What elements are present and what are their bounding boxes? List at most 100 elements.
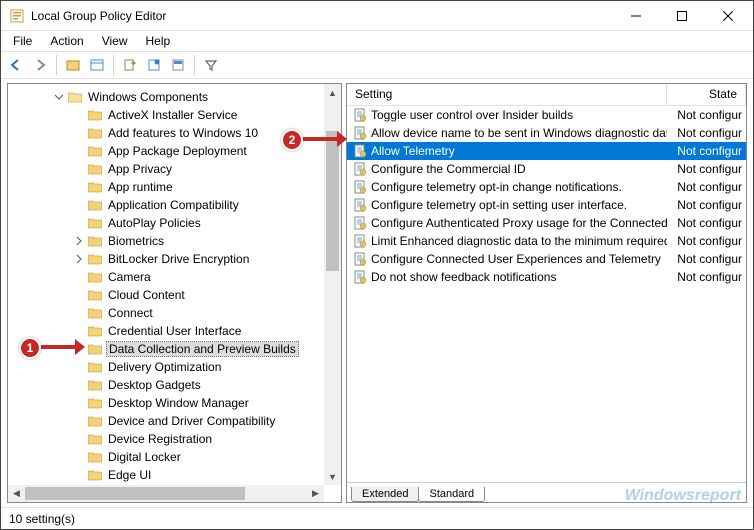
minimize-button[interactable] — [613, 1, 659, 31]
show-hide-tree-button[interactable] — [62, 54, 84, 76]
status-text: 10 setting(s) — [9, 512, 75, 526]
chevron-right-icon — [72, 360, 86, 374]
forward-button[interactable] — [29, 54, 51, 76]
tree-item[interactable]: Device Registration — [8, 430, 324, 448]
column-state[interactable]: State — [667, 84, 746, 105]
refresh-button[interactable] — [143, 54, 165, 76]
policy-state: Not configur — [667, 144, 746, 158]
tree-item-label: Data Collection and Preview Builds — [106, 341, 299, 357]
help-button[interactable] — [167, 54, 189, 76]
policy-row[interactable]: Toggle user control over Insider buildsN… — [347, 106, 746, 124]
tree-item-label: AutoPlay Policies — [106, 216, 203, 230]
tree-item-label: Delivery Optimization — [106, 360, 223, 374]
tree-item[interactable]: Cloud Content — [8, 286, 324, 304]
menu-view[interactable]: View — [94, 31, 136, 51]
filter-button[interactable] — [200, 54, 222, 76]
tree-item-label: Application Compatibility — [106, 198, 241, 212]
content-area: Windows Components ActiveX Installer Serv… — [1, 79, 753, 507]
tab-standard[interactable]: Standard — [418, 487, 485, 502]
window-title: Local Group Policy Editor — [31, 9, 613, 23]
policy-name: Allow device name to be sent in Windows … — [371, 126, 667, 140]
chevron-right-icon — [72, 306, 86, 320]
tree-item[interactable]: App Privacy — [8, 160, 324, 178]
tree-item[interactable]: App runtime — [8, 178, 324, 196]
policy-state: Not configur — [667, 252, 746, 266]
tree-item-label: Windows Components — [86, 90, 210, 104]
tree-item-label: Biometrics — [106, 234, 166, 248]
export-button[interactable] — [119, 54, 141, 76]
tree-item[interactable]: App Package Deployment — [8, 142, 324, 160]
tree-item[interactable]: ActiveX Installer Service — [8, 106, 324, 124]
close-button[interactable] — [705, 1, 751, 31]
policy-row[interactable]: Allow device name to be sent in Windows … — [347, 124, 746, 142]
policy-row[interactable]: Allow Telemetry Not configur — [347, 142, 746, 160]
list-body[interactable]: Toggle user control over Insider buildsN… — [347, 106, 746, 482]
detail-tabs: Extended Standard — [347, 482, 746, 502]
policy-row[interactable]: Configure the Commercial ID Not configur — [347, 160, 746, 178]
chevron-right-icon — [72, 324, 86, 338]
policy-name: Configure telemetry opt-in setting user … — [371, 198, 627, 212]
tree-item[interactable]: Desktop Gadgets — [8, 376, 324, 394]
tree-item-label: Desktop Gadgets — [106, 378, 203, 392]
tree-item-label: Digital Locker — [106, 450, 183, 464]
tree-body[interactable]: Windows Components ActiveX Installer Serv… — [8, 84, 324, 485]
toolbar-separator — [56, 55, 57, 75]
annotation-badge-1: 1 — [19, 337, 41, 359]
tree-item[interactable]: Device and Driver Compatibility — [8, 412, 324, 430]
tree-item-label: Connect — [106, 306, 155, 320]
policy-row[interactable]: Limit Enhanced diagnostic data to the mi… — [347, 232, 746, 250]
tree-item-root[interactable]: Windows Components — [8, 88, 324, 106]
list-header: Setting State — [347, 84, 746, 106]
policy-name: Allow Telemetry — [371, 144, 455, 158]
tree-item-label: Device Registration — [106, 432, 214, 446]
policy-state: Not configur — [667, 216, 746, 230]
menu-help[interactable]: Help — [138, 31, 179, 51]
chevron-right-icon[interactable] — [72, 252, 86, 266]
tree-item-label: Camera — [106, 270, 153, 284]
tree-item[interactable]: Biometrics — [8, 232, 324, 250]
chevron-down-icon[interactable] — [52, 90, 66, 104]
tree-item-label: BitLocker Drive Encryption — [106, 252, 251, 266]
app-icon — [9, 8, 25, 24]
policy-name: Configure telemetry opt-in change notifi… — [371, 180, 622, 194]
policy-state: Not configur — [667, 162, 746, 176]
policy-row[interactable]: Configure telemetry opt-in setting user … — [347, 196, 746, 214]
chevron-right-icon[interactable] — [72, 234, 86, 248]
chevron-right-icon — [72, 432, 86, 446]
tree-item[interactable]: Edge UI — [8, 466, 324, 484]
menu-bar: File Action View Help — [1, 31, 753, 51]
tree-item[interactable]: Digital Locker — [8, 448, 324, 466]
menu-file[interactable]: File — [5, 31, 40, 51]
chevron-right-icon — [72, 270, 86, 284]
column-setting[interactable]: Setting — [347, 84, 667, 105]
policy-row[interactable]: Configure Connected User Experiences and… — [347, 250, 746, 268]
policy-row[interactable]: Configure telemetry opt-in change notifi… — [347, 178, 746, 196]
tree-item[interactable]: Connect — [8, 304, 324, 322]
status-bar: 10 setting(s) — [1, 507, 753, 529]
tree-item[interactable]: Camera — [8, 268, 324, 286]
policy-row[interactable]: Do not show feedback notificationsNot co… — [347, 268, 746, 286]
tree-item-label: ActiveX Installer Service — [106, 108, 239, 122]
policy-row[interactable]: Configure Authenticated Proxy usage for … — [347, 214, 746, 232]
back-button[interactable] — [5, 54, 27, 76]
tree-item[interactable]: BitLocker Drive Encryption — [8, 250, 324, 268]
tree-item[interactable]: AutoPlay Policies — [8, 214, 324, 232]
menu-action[interactable]: Action — [42, 31, 91, 51]
tree-item[interactable]: Application Compatibility — [8, 196, 324, 214]
policy-state: Not configur — [667, 234, 746, 248]
properties-button[interactable] — [86, 54, 108, 76]
annotation-arrow-1 — [41, 339, 85, 361]
tree-item-label: Edge UI — [106, 468, 153, 482]
tree-horizontal-scrollbar[interactable]: ◀ ▶ — [8, 485, 324, 502]
policy-name: Configure the Commercial ID — [371, 162, 526, 176]
window-buttons — [613, 1, 751, 31]
tree-item[interactable]: Desktop Window Manager — [8, 394, 324, 412]
policy-state: Not configur — [667, 180, 746, 194]
tree-item[interactable]: Add features to Windows 10 — [8, 124, 324, 142]
tab-extended[interactable]: Extended — [351, 487, 419, 502]
maximize-button[interactable] — [659, 1, 705, 31]
tree-item-label: Credential User Interface — [106, 324, 243, 338]
tree-item[interactable]: Credential User Interface — [8, 322, 324, 340]
chevron-right-icon — [72, 468, 86, 482]
tree-item-label: App runtime — [106, 180, 175, 194]
